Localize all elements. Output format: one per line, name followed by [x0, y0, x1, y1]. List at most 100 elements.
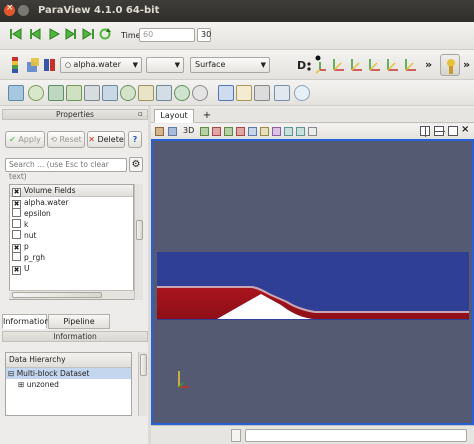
add-layout-tab-button[interactable]: + — [201, 109, 213, 122]
checkbox-unchecked-icon[interactable] — [12, 219, 21, 228]
close-window-icon[interactable]: × — [4, 3, 15, 16]
field-row[interactable]: p_rgh — [12, 252, 133, 263]
select-block-icon[interactable] — [260, 127, 269, 136]
rescale-range-icon[interactable] — [42, 56, 58, 74]
glyph-icon[interactable] — [120, 85, 136, 101]
group-datasets-icon[interactable] — [174, 85, 190, 101]
fields-hscrollbar[interactable] — [9, 290, 134, 299]
information-scroll-thumb[interactable] — [140, 354, 147, 376]
calculator-icon[interactable] — [8, 85, 24, 101]
volume-fields-header[interactable]: ✖ Volume Fields — [10, 185, 133, 197]
center-axes-icon[interactable] — [313, 54, 327, 74]
field-row[interactable]: epsilon — [12, 208, 133, 219]
field-row[interactable]: ✖ alpha.water — [12, 197, 133, 209]
tab-information[interactable]: Information — [2, 314, 49, 329]
component-select[interactable]: ▼ — [146, 57, 184, 73]
toolbar-overflow-icon[interactable]: » — [425, 58, 432, 71]
minimize-window-icon[interactable] — [18, 5, 29, 16]
checkbox-unchecked-icon[interactable] — [12, 252, 21, 261]
view-3d-toggle[interactable]: 3D — [183, 126, 194, 135]
next-frame-icon[interactable] — [64, 27, 78, 41]
maximize-view-icon[interactable] — [448, 126, 458, 136]
interact-hand-icon[interactable] — [440, 54, 460, 76]
tree-item-multiblock[interactable]: ⊟ Multi-block Dataset — [6, 368, 131, 379]
select-frustum-points-icon[interactable] — [236, 127, 245, 136]
clip-icon[interactable] — [48, 85, 64, 101]
status-bar — [151, 425, 474, 444]
last-frame-icon[interactable] — [81, 27, 95, 41]
representation-select[interactable]: Surface ▼ — [190, 57, 270, 73]
previous-frame-icon[interactable] — [28, 27, 42, 41]
play-icon[interactable] — [47, 27, 61, 41]
information-scrollbar[interactable] — [138, 352, 147, 416]
expand-icon[interactable]: ⊞ — [18, 380, 24, 389]
tab-pipeline-browser[interactable]: Pipeline Browser — [48, 314, 110, 340]
checkbox-unchecked-icon[interactable] — [12, 208, 21, 217]
delete-button[interactable]: ✕ Delete — [87, 131, 125, 148]
collapse-icon[interactable]: ⊟ — [8, 369, 14, 378]
extract-subset-icon[interactable] — [102, 85, 118, 101]
reset-button[interactable]: ⟲ Reset — [47, 131, 85, 148]
stream-tracer-icon[interactable] — [138, 85, 154, 101]
apply-button[interactable]: ✔ Apply — [5, 131, 45, 148]
axes-grid-icon[interactable] — [294, 85, 310, 101]
tab-layout-1[interactable]: Layout #1 × — [154, 109, 194, 132]
view-minus-y-icon[interactable] — [402, 56, 418, 74]
warp-vector-icon[interactable] — [156, 85, 172, 101]
render-view[interactable] — [151, 139, 474, 425]
grow-selection-icon[interactable] — [284, 127, 293, 136]
search-placeholder: Search ... (use Esc to clear text) — [9, 160, 109, 181]
properties-search-input[interactable]: Search ... (use Esc to clear text) — [5, 158, 127, 181]
properties-scrollbar[interactable] — [134, 184, 143, 300]
time-step-input[interactable]: 30 — [197, 28, 211, 42]
ruler-icon[interactable] — [274, 85, 290, 101]
toolbar-overflow-icon-2[interactable]: » — [463, 58, 470, 71]
select-polygon-icon[interactable] — [248, 127, 257, 136]
clear-selection-icon[interactable] — [308, 127, 317, 136]
contour-icon[interactable] — [28, 85, 44, 101]
time-input[interactable]: 60 — [139, 28, 195, 42]
capture-icon[interactable] — [168, 127, 177, 136]
field-row[interactable]: ✖ U — [12, 263, 133, 275]
slice-icon[interactable] — [66, 85, 82, 101]
orientation-axes-icon — [174, 365, 194, 391]
data-axes-icon[interactable]: D — [296, 56, 312, 74]
select-frustum-cells-icon[interactable] — [224, 127, 233, 136]
view-plus-x-icon[interactable] — [348, 56, 364, 74]
shrink-selection-icon[interactable] — [296, 127, 305, 136]
header-check-icon[interactable]: ✖ — [12, 188, 21, 197]
checkbox-unchecked-icon[interactable] — [12, 230, 21, 239]
interactive-select-icon[interactable] — [272, 127, 281, 136]
extract-level-icon[interactable] — [192, 85, 208, 101]
camera-link-icon[interactable] — [155, 127, 164, 136]
split-horizontal-icon[interactable] — [420, 126, 430, 137]
color-by-select[interactable]: ○ alpha.water ▼ — [60, 57, 142, 73]
reset-camera-icon[interactable] — [330, 56, 346, 74]
checkbox-checked-icon[interactable]: ✖ — [12, 266, 21, 275]
pick-tool-icon[interactable] — [254, 85, 270, 101]
status-bar-handle[interactable] — [231, 429, 241, 442]
split-vertical-icon[interactable] — [434, 126, 445, 136]
tree-item-unzoned[interactable]: ⊞ unzoned — [6, 379, 131, 390]
advanced-settings-gear-icon[interactable]: ⚙ — [129, 157, 143, 172]
select-cells-icon[interactable] — [236, 85, 252, 101]
threshold-icon[interactable] — [84, 85, 100, 101]
select-surface-cells-icon[interactable] — [200, 127, 209, 136]
color-legend-icon[interactable] — [8, 56, 24, 74]
help-button[interactable]: ? — [128, 131, 142, 148]
properties-float-icon[interactable]: ▫ — [138, 110, 143, 118]
select-surface-points-icon[interactable] — [212, 127, 221, 136]
properties-scroll-thumb[interactable] — [136, 220, 143, 240]
first-frame-icon[interactable] — [9, 27, 23, 41]
split-view-icon[interactable] — [218, 85, 234, 101]
field-row[interactable]: k — [12, 219, 133, 230]
fields-hscroll-thumb[interactable] — [12, 292, 102, 298]
loop-icon[interactable] — [98, 27, 112, 41]
field-row[interactable]: ✖ p — [12, 241, 133, 253]
pipeline-toolbar: ○ alpha.water ▼ ▼ Surface ▼ D » » — [0, 50, 474, 80]
view-plus-y-icon[interactable] — [384, 56, 400, 74]
view-minus-x-icon[interactable] — [366, 56, 382, 74]
close-view-icon[interactable]: × — [461, 124, 469, 135]
field-row[interactable]: nut — [12, 230, 133, 241]
color-map-editor-icon[interactable] — [25, 56, 41, 74]
